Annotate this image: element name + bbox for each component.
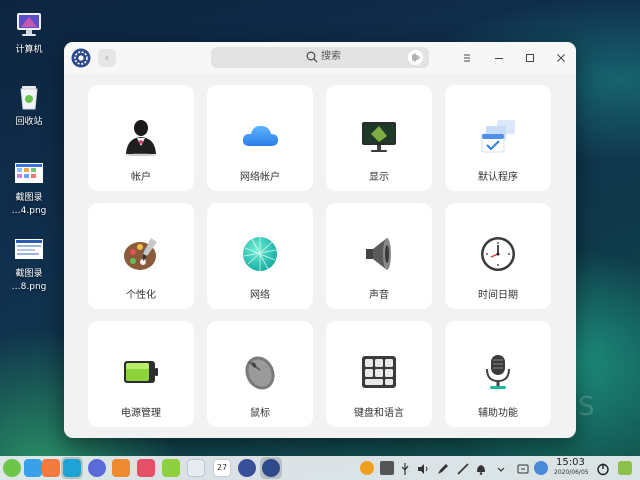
menu-button[interactable] (459, 50, 475, 66)
keyboard-icon (359, 352, 399, 392)
search-icon (306, 51, 318, 63)
desktop-icon-label-suffix: …8.png (11, 282, 47, 292)
card-label: 电源管理 (121, 408, 161, 419)
launcher-icon[interactable] (3, 459, 21, 477)
cloud-icon (240, 116, 280, 156)
control-center-dock-icon[interactable] (262, 459, 280, 477)
trash-icon (20, 86, 38, 110)
file-manager-icon[interactable] (63, 459, 81, 477)
card-label: 辅助功能 (478, 408, 518, 419)
card-mouse[interactable]: 鼠标 (207, 321, 313, 427)
desktop-icon-screenshot-1[interactable]: 截图录 …4.png (6, 158, 52, 218)
network-status-icon[interactable] (534, 461, 548, 475)
card-cloud-account[interactable]: 网络帐户 (207, 85, 313, 191)
notification-bell-icon[interactable] (474, 461, 488, 475)
card-accessibility[interactable]: 辅助功能 (445, 321, 551, 427)
microphone-icon (478, 352, 518, 392)
card-sound[interactable]: 声音 (326, 203, 432, 309)
desktop-icon-computer[interactable]: 计算机 (6, 10, 52, 57)
clock-time[interactable]: 15:03 (556, 457, 585, 469)
default-apps-icon (478, 116, 518, 156)
card-keyboard-language[interactable]: 键盘和语言 (326, 321, 432, 427)
minimize-icon (495, 58, 503, 59)
usb-icon[interactable] (398, 461, 412, 475)
card-personalization[interactable]: 个性化 (88, 203, 194, 309)
mouse-icon (240, 352, 280, 392)
multitask-view-icon[interactable] (24, 459, 42, 477)
pen-icon[interactable] (436, 461, 450, 475)
card-accounts[interactable]: 帐户 (88, 85, 194, 191)
app-store-icon[interactable] (42, 459, 60, 477)
voice-input-icon[interactable] (408, 50, 423, 65)
settings-gear-icon[interactable] (238, 459, 256, 477)
card-default-apps[interactable]: 默认程序 (445, 85, 551, 191)
search-placeholder: 搜索 (321, 51, 341, 62)
power-icon[interactable] (596, 461, 610, 476)
card-label: 键盘和语言 (354, 408, 404, 419)
card-label: 网络帐户 (240, 172, 280, 183)
maximize-button[interactable] (522, 50, 538, 66)
minimize-button[interactable] (491, 50, 507, 66)
close-icon (557, 54, 565, 62)
speaker-icon (359, 234, 399, 274)
card-label: 时间日期 (478, 290, 518, 301)
desktop-icon-label: 回收站 (15, 117, 43, 127)
back-button[interactable]: ‹ (98, 49, 116, 67)
card-datetime[interactable]: 时间日期 (445, 203, 551, 309)
network-globe-icon (240, 234, 280, 274)
music-icon[interactable] (162, 459, 180, 477)
control-center-logo-icon (71, 48, 91, 68)
desktop-icon-label: 计算机 (15, 45, 43, 55)
document-viewer-icon[interactable] (187, 459, 205, 477)
control-center-window: ‹ 搜索 帐户 网络帐户 显示 默认程序 个性化 网络 声音 时间日期 电源管理… (64, 42, 576, 438)
desktop-icon-trash[interactable]: 回收站 (6, 82, 52, 129)
account-icon (121, 116, 161, 157)
clock-date[interactable]: 2020/06/05 (554, 469, 589, 477)
pen-tool-icon[interactable] (456, 461, 470, 475)
browser-icon[interactable] (88, 459, 106, 477)
maximize-icon (526, 54, 534, 62)
close-button[interactable] (553, 50, 569, 66)
menu-icon (464, 54, 470, 62)
card-label: 默认程序 (478, 172, 518, 183)
search-input[interactable]: 搜索 (211, 47, 429, 68)
image-viewer-icon[interactable] (137, 459, 155, 477)
card-label: 显示 (369, 172, 389, 183)
clock-icon (478, 234, 518, 274)
card-power[interactable]: 电源管理 (88, 321, 194, 427)
card-label: 帐户 (131, 172, 151, 183)
taskbar: 27 15:03 2020/06/05 (0, 456, 640, 480)
desktop-icon-screenshot-2[interactable]: 截图录 …8.png (6, 234, 52, 294)
tray-app-icon[interactable] (360, 461, 374, 475)
image-file-icon (15, 239, 43, 259)
image-file-icon (15, 163, 43, 183)
calendar-icon[interactable]: 27 (213, 459, 231, 477)
show-desktop-icon[interactable] (618, 461, 632, 475)
battery-icon (121, 352, 161, 392)
card-display[interactable]: 显示 (326, 85, 432, 191)
display-icon (359, 116, 399, 156)
desktop-watermark: S (578, 392, 595, 422)
package-icon[interactable] (112, 459, 130, 477)
desktop-icon-label-suffix: …4.png (11, 206, 47, 216)
card-label: 鼠标 (250, 408, 270, 419)
titlebar: ‹ 搜索 (64, 42, 576, 74)
chevron-down-icon[interactable] (494, 461, 508, 475)
volume-icon[interactable] (416, 461, 430, 475)
settings-grid: 帐户 网络帐户 显示 默认程序 个性化 网络 声音 时间日期 电源管理 鼠标 键… (88, 85, 552, 427)
keyboard-tray-icon[interactable] (380, 461, 394, 475)
card-label: 声音 (369, 290, 389, 301)
computer-icon (17, 13, 41, 36)
card-network[interactable]: 网络 (207, 203, 313, 309)
card-label: 网络 (250, 290, 270, 301)
palette-icon (121, 234, 161, 274)
screen-icon[interactable] (516, 461, 530, 475)
desktop-icon-label: 截图录 (15, 193, 43, 203)
card-label: 个性化 (126, 290, 156, 301)
desktop-icon-label: 截图录 (15, 269, 43, 279)
